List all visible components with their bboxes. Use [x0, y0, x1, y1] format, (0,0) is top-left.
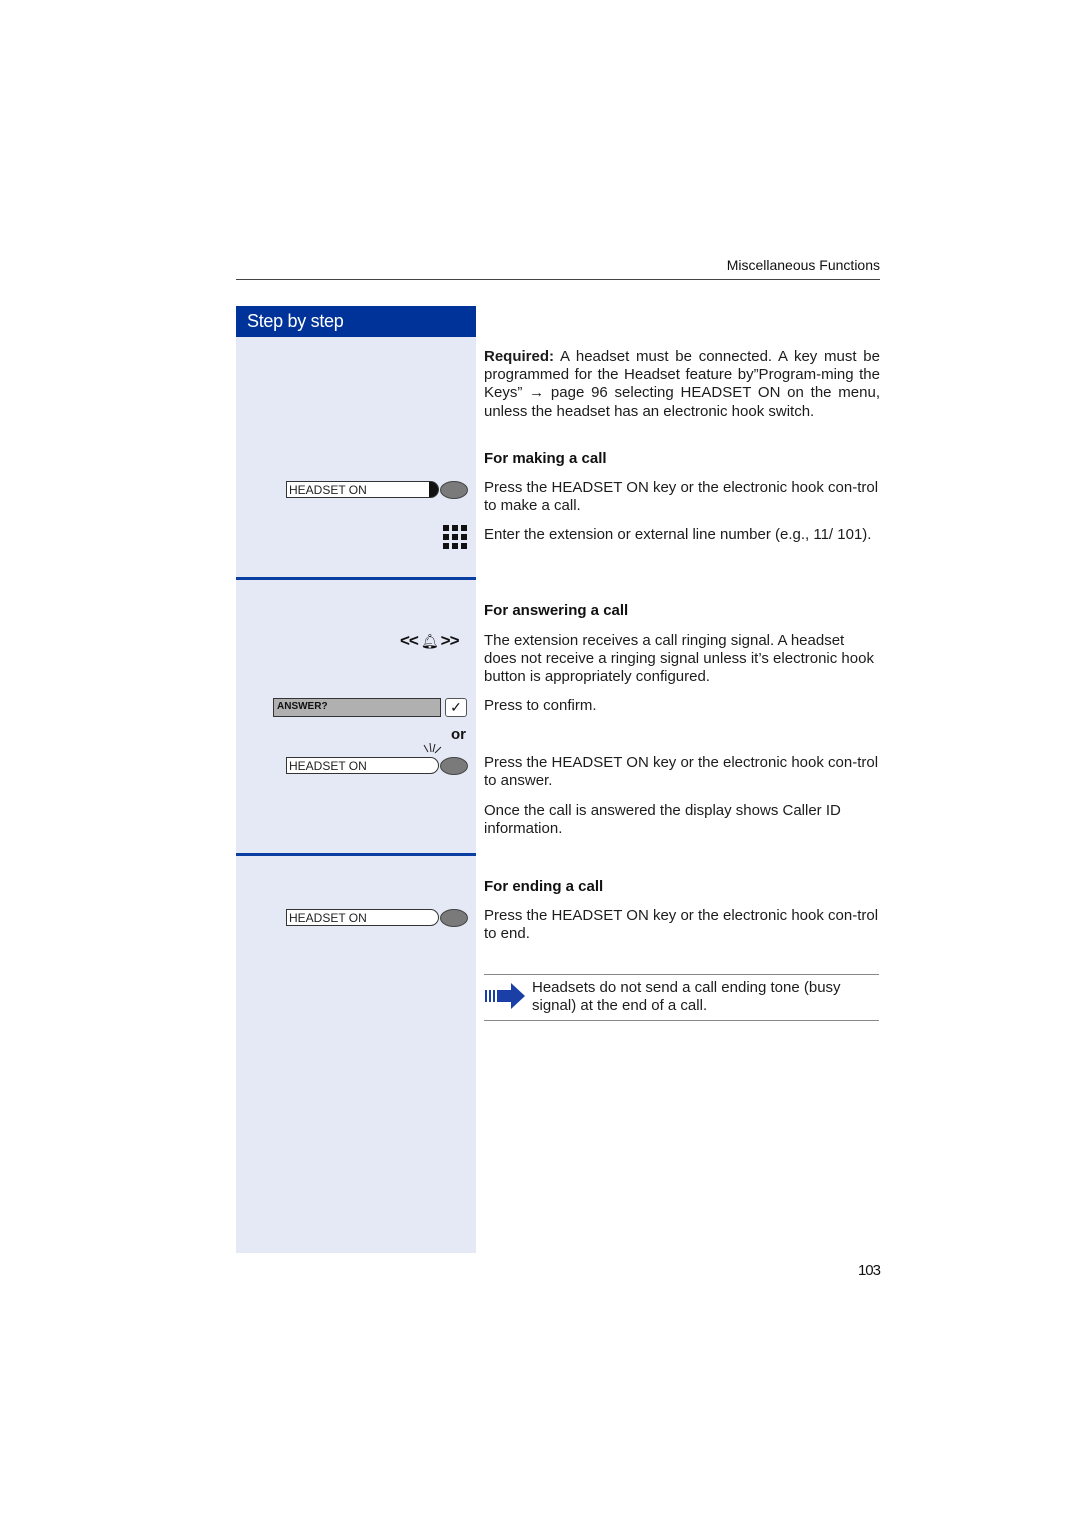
heading-ending-call: For ending a call	[484, 878, 604, 895]
key-label: HEADSET ON	[289, 483, 367, 497]
flashing-icon	[423, 743, 442, 754]
step-by-step-sidebar	[236, 306, 476, 1253]
ring-left: <<	[400, 631, 419, 650]
answering-step4: Once the call is answered the display sh…	[484, 802, 841, 838]
answering-step1: The extension receives a call ringing si…	[484, 632, 874, 686]
note-rule-top	[484, 974, 879, 975]
ringing-indicator: << 🔔︎ >>	[400, 631, 459, 651]
led-icon	[440, 757, 468, 775]
section-divider	[236, 577, 476, 580]
display-answer-prompt: ANSWER?	[273, 698, 441, 717]
heading-answering-call: For answering a call	[484, 602, 629, 619]
key-label: HEADSET ON	[289, 759, 367, 773]
note-text: Headsets do not send a call ending tone …	[532, 979, 841, 1015]
making-step2: Enter the extension or external line num…	[484, 526, 872, 543]
sidebar-header: Step by step	[236, 306, 476, 337]
headset-on-key-answering[interactable]: HEADSET ON	[286, 757, 430, 774]
section-divider	[236, 853, 476, 856]
page-number: 103	[857, 1262, 881, 1279]
ending-step1: Press the HEADSET ON key or the electron…	[484, 907, 879, 943]
note-rule-bottom	[484, 1020, 879, 1021]
making-step1: Press the HEADSET ON key or the electron…	[484, 479, 879, 515]
answering-step3: Press the HEADSET ON key or the electron…	[484, 754, 879, 790]
display-text: ANSWER?	[277, 701, 328, 712]
bell-icon: 🔔︎	[420, 633, 439, 649]
section-title: Miscellaneous Functions	[726, 257, 880, 273]
headset-on-key-ending[interactable]: HEADSET ON	[286, 909, 430, 926]
required-paragraph: Required: A headset must be connected. A…	[484, 348, 880, 421]
key-label: HEADSET ON	[289, 911, 367, 925]
led-icon	[440, 481, 468, 499]
answering-step2: Press to confirm.	[484, 697, 597, 714]
keypad-icon	[443, 525, 467, 549]
headset-on-key-making[interactable]: HEADSET ON	[286, 481, 430, 498]
led-icon	[440, 909, 468, 927]
ring-right: >>	[440, 631, 460, 650]
required-label: Required:	[484, 348, 555, 365]
or-label: or	[451, 726, 466, 743]
note-arrow-icon	[485, 983, 525, 1009]
sidebar-title: Step by step	[247, 311, 344, 331]
header-rule	[236, 279, 880, 280]
heading-making-call: For making a call	[484, 450, 607, 467]
confirm-button[interactable]: ✓	[445, 698, 467, 717]
